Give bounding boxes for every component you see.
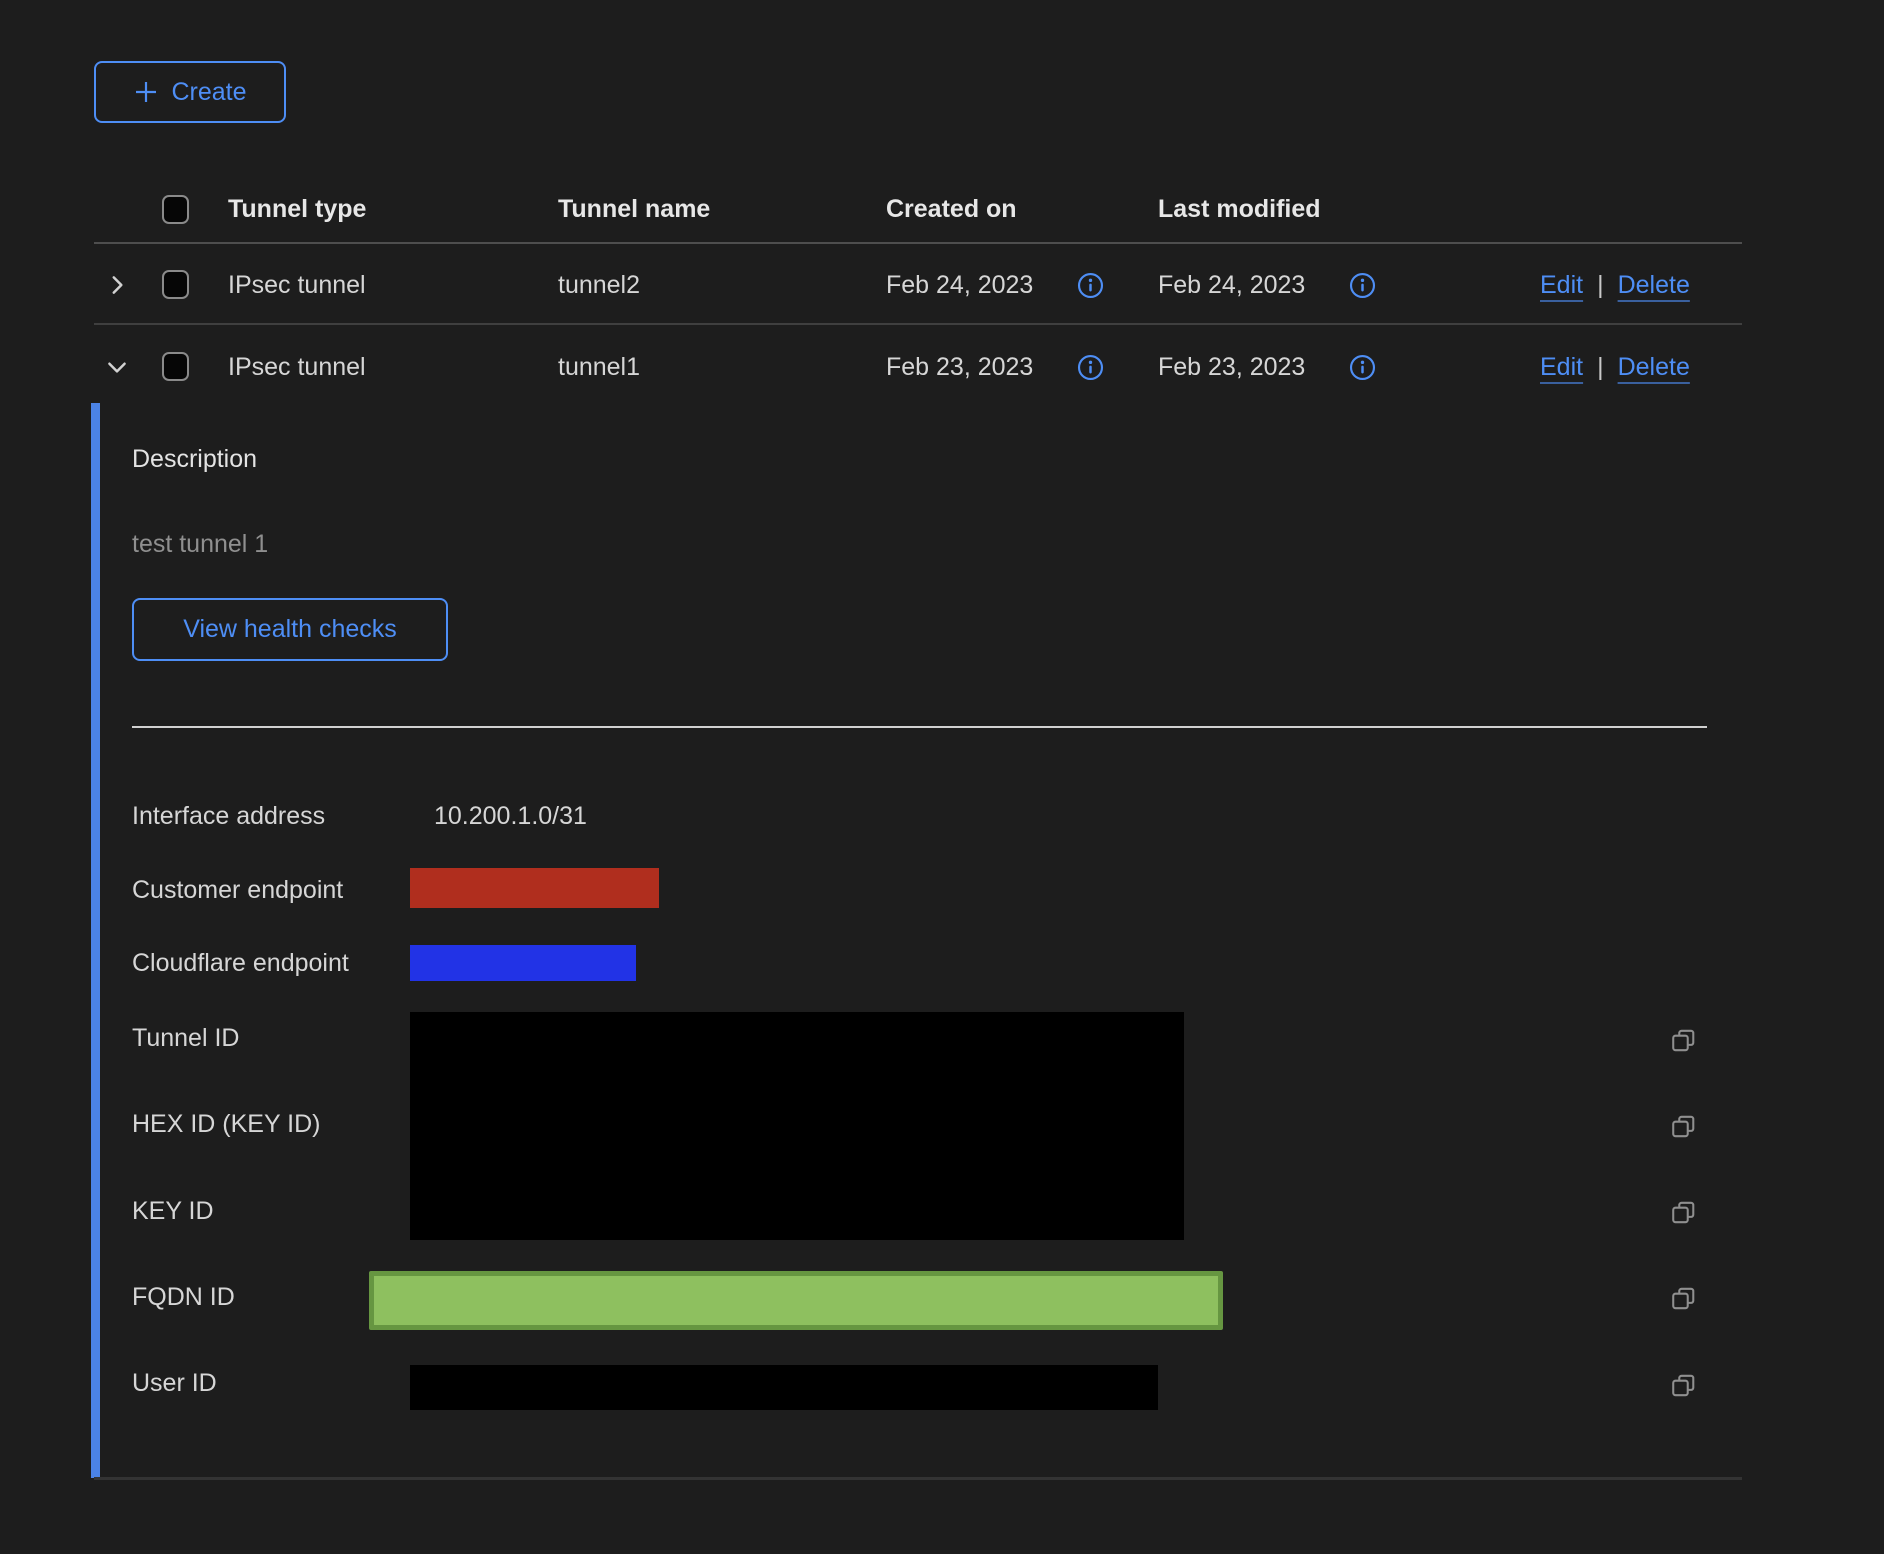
hex-id-label: HEX ID (KEY ID) [132,1109,320,1139]
action-separator: | [1597,353,1604,382]
chevron-right-icon [104,272,130,298]
edit-link[interactable]: Edit [1540,352,1583,382]
copy-tunnel-id-button[interactable] [1669,1026,1698,1055]
column-header-last-modified: Last modified [1158,194,1321,224]
customer-endpoint-label: Customer endpoint [132,875,343,905]
copy-hex-id-button[interactable] [1669,1112,1698,1141]
action-separator: | [1597,271,1604,300]
chevron-down-icon [104,354,130,380]
tunnel-name-cell: tunnel2 [558,270,640,300]
row-checkbox[interactable] [162,352,189,381]
user-id-redacted-value [410,1365,1158,1410]
view-health-checks-button[interactable]: View health checks [132,598,448,661]
tunnel-type-cell: IPsec tunnel [228,270,366,300]
last-modified-cell: Feb 24, 2023 [1158,270,1305,300]
create-button[interactable]: Create [94,61,286,123]
view-health-checks-label: View health checks [183,615,397,644]
plus-icon [133,79,159,105]
edit-link[interactable]: Edit [1540,270,1583,300]
user-id-label: User ID [132,1368,217,1398]
info-icon[interactable] [1077,272,1104,299]
row-divider [94,323,1742,325]
copy-icon [1669,1026,1698,1055]
tunnel-type-cell: IPsec tunnel [228,352,366,382]
interface-address-value: 10.200.1.0/31 [434,801,587,831]
copy-key-id-button[interactable] [1669,1198,1698,1227]
fqdn-id-redacted-value [369,1271,1223,1330]
collapse-row-button[interactable] [104,354,130,380]
delete-link[interactable]: Delete [1618,270,1690,300]
column-header-created-on: Created on [886,194,1017,224]
header-divider [94,242,1742,244]
description-value: test tunnel 1 [132,529,268,559]
interface-address-label: Interface address [132,801,325,831]
copy-icon [1669,1198,1698,1227]
copy-icon [1669,1284,1698,1313]
copy-icon [1669,1112,1698,1141]
create-button-label: Create [171,78,246,107]
copy-icon [1669,1371,1698,1400]
description-label: Description [132,444,257,474]
tunnel-name-cell: tunnel1 [558,352,640,382]
info-icon[interactable] [1349,272,1376,299]
created-on-cell: Feb 23, 2023 [886,352,1033,382]
column-header-tunnel-name: Tunnel name [558,194,710,224]
row-checkbox[interactable] [162,270,189,299]
tunnels-page: Create Tunnel type Tunnel name Created o… [0,0,1884,1554]
fqdn-id-label: FQDN ID [132,1282,235,1312]
cloudflare-endpoint-label: Cloudflare endpoint [132,948,349,978]
info-icon[interactable] [1349,354,1376,381]
info-icon[interactable] [1077,354,1104,381]
ids-redacted-value-block [410,1012,1184,1240]
select-all-checkbox[interactable] [162,195,189,224]
column-header-tunnel-type: Tunnel type [228,194,366,224]
tunnel-id-label: Tunnel ID [132,1023,239,1053]
panel-bottom-divider [94,1477,1742,1480]
customer-endpoint-redacted-value [410,868,659,908]
created-on-cell: Feb 24, 2023 [886,270,1033,300]
expanded-row-indicator-bar [91,403,100,1478]
delete-link[interactable]: Delete [1618,352,1690,382]
key-id-label: KEY ID [132,1196,214,1226]
panel-separator [132,726,1707,728]
copy-user-id-button[interactable] [1669,1371,1698,1400]
last-modified-cell: Feb 23, 2023 [1158,352,1305,382]
copy-fqdn-id-button[interactable] [1669,1284,1698,1313]
expand-row-button[interactable] [104,272,130,298]
cloudflare-endpoint-redacted-value [410,945,636,981]
